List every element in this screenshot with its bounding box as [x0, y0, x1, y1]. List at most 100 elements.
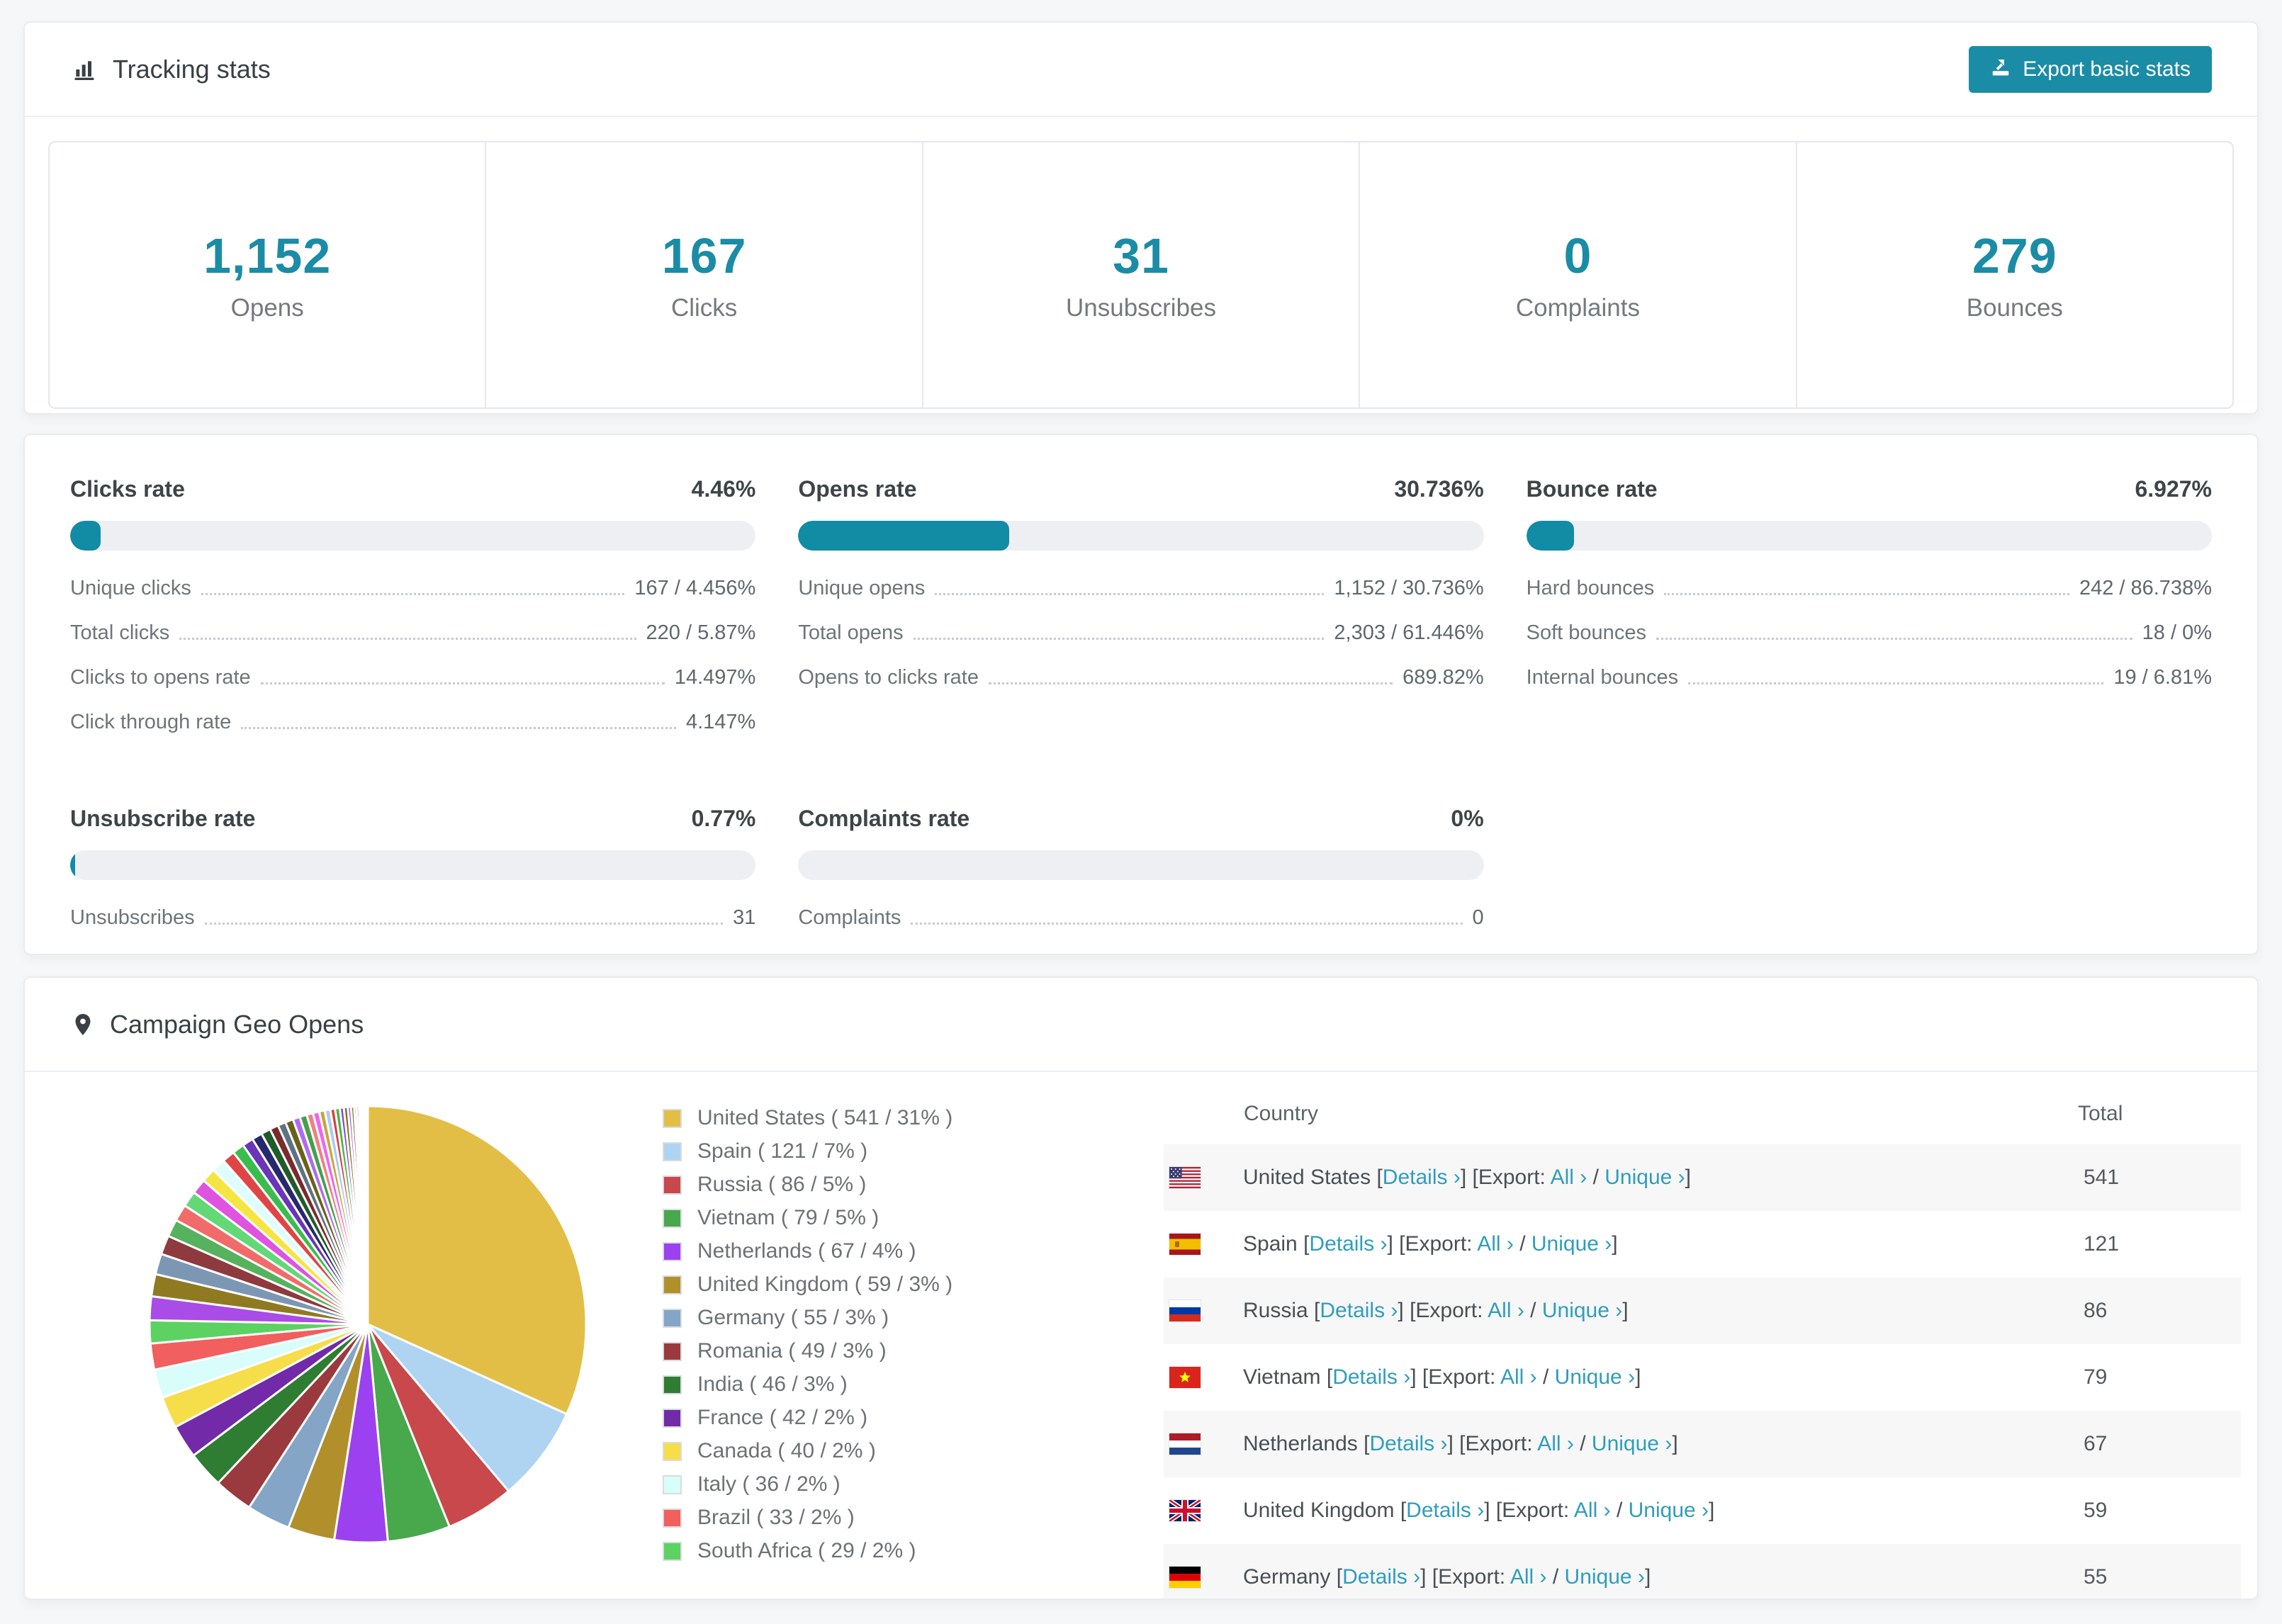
details-link[interactable]: Details › — [1332, 1365, 1410, 1389]
export-unique-link[interactable]: Unique › — [1555, 1365, 1635, 1389]
legend-color-swatch — [663, 1541, 682, 1561]
dotted-leader — [1688, 682, 2104, 684]
tracking-stats-page: { "accent": { "teal": "#1b8ca6", "bar_fi… — [0, 0, 2282, 1624]
summary-bounces: 279 Bounces — [1797, 142, 2232, 407]
legend-item-france[interactable]: France ( 42 / 2% ) — [663, 1406, 952, 1430]
export-all-link[interactable]: All › — [1477, 1232, 1514, 1256]
details-link[interactable]: Details › — [1406, 1499, 1484, 1522]
pie-legend: United States ( 541 / 31% ) Spain ( 121 … — [663, 1106, 952, 1563]
legend-item-russia[interactable]: Russia ( 86 / 5% ) — [663, 1173, 952, 1197]
geo-table-row-vn: Vietnam [Details ›] [Export: All › / Uni… — [1164, 1344, 2241, 1411]
rate-row-label: Total opens — [798, 621, 904, 644]
dotted-leader — [935, 593, 1325, 595]
export-all-link[interactable]: All › — [1500, 1365, 1537, 1389]
export-all-link[interactable]: All › — [1488, 1299, 1524, 1322]
export-unique-link[interactable]: Unique › — [1629, 1499, 1709, 1522]
geo-title-text: Campaign Geo Opens — [110, 1009, 364, 1039]
details-link[interactable]: Details › — [1320, 1299, 1398, 1322]
rate-title: Clicks rate — [70, 476, 185, 502]
dotted-leader — [260, 682, 665, 684]
rate-progress-track — [798, 521, 1484, 551]
rates-card: Clicks rate 4.46% Unique clicks 167 / 4.… — [23, 434, 2259, 955]
legend-item-india[interactable]: India ( 46 / 3% ) — [663, 1372, 952, 1397]
details-link[interactable]: Details › — [1309, 1232, 1387, 1256]
details-link[interactable]: Details › — [1383, 1166, 1461, 1189]
rate-row-label: Internal bounces — [1526, 666, 1679, 689]
legend-item-united-states[interactable]: United States ( 541 / 31% ) — [663, 1106, 952, 1130]
es-flag-icon — [1169, 1234, 1201, 1255]
rate-row-label: Hard bounces — [1526, 577, 1655, 599]
geo-table-row-us: United States [Details ›] [Export: All ›… — [1164, 1144, 2241, 1211]
rate-title-row: Complaints rate 0% — [798, 806, 1483, 832]
export-basic-stats-button[interactable]: Export basic stats — [1969, 45, 2212, 93]
dotted-leader — [911, 923, 1463, 925]
country-column-header: Country — [1244, 1102, 1319, 1125]
ru-flag-icon — [1169, 1300, 1201, 1321]
rate-detail-row: Total opens 2,303 / 61.446% — [798, 611, 1483, 655]
rate-detail-row: Unsubscribes 31 — [70, 896, 755, 940]
legend-color-swatch — [663, 1141, 682, 1161]
legend-item-canada[interactable]: Canada ( 40 / 2% ) — [663, 1439, 952, 1463]
total-cell: 67 — [2084, 1432, 2108, 1455]
rate-detail-row: Unique opens 1,152 / 30.736% — [798, 566, 1483, 611]
export-unique-link[interactable]: Unique › — [1592, 1432, 1672, 1455]
export-all-link[interactable]: All › — [1551, 1166, 1587, 1189]
total-cell: 86 — [2084, 1299, 2108, 1322]
pie-slice[interactable] — [366, 1105, 369, 1325]
de-flag-icon — [1169, 1567, 1201, 1588]
legend-color-swatch — [663, 1108, 682, 1128]
rate-detail-row: Internal bounces 19 / 6.81% — [1527, 655, 2212, 700]
export-all-link[interactable]: All › — [1537, 1432, 1574, 1455]
legend-item-vietnam[interactable]: Vietnam ( 79 / 5% ) — [663, 1206, 952, 1230]
details-link[interactable]: Details › — [1342, 1565, 1420, 1589]
export-unique-link[interactable]: Unique › — [1565, 1565, 1645, 1589]
legend-item-brazil[interactable]: Brazil ( 33 / 2% ) — [663, 1506, 952, 1530]
rate-detail-row: Soft bounces 18 / 0% — [1527, 611, 2212, 655]
legend-item-germany[interactable]: Germany ( 55 / 3% ) — [663, 1306, 952, 1330]
summary-clicks: 167 Clicks — [486, 142, 923, 407]
rate-panel-opens-rate: Opens rate 30.736% Unique opens 1,152 / … — [798, 476, 1484, 745]
legend-item-united-kingdom[interactable]: United Kingdom ( 59 / 3% ) — [663, 1273, 952, 1297]
total-column-header: Total — [2078, 1102, 2123, 1125]
rate-panel-complaints-rate: Complaints rate 0% Complaints 0 — [798, 806, 1484, 940]
geo-table-row-ru: Russia [Details ›] [Export: All › / Uniq… — [1164, 1278, 2241, 1344]
export-unique-link[interactable]: Unique › — [1604, 1166, 1685, 1189]
rate-row-label: Unique opens — [798, 577, 926, 599]
details-link[interactable]: Details › — [1369, 1432, 1447, 1455]
legend-item-spain[interactable]: Spain ( 121 / 7% ) — [663, 1139, 952, 1163]
legend-label: Romania ( 49 / 3% ) — [697, 1339, 887, 1363]
summary-unsubscribes: 31 Unsubscribes — [923, 142, 1361, 407]
legend-label: Germany ( 55 / 3% ) — [697, 1306, 889, 1329]
rate-detail-row: Hard bounces 242 / 86.738% — [1527, 566, 2212, 611]
rate-value: 6.927% — [2135, 476, 2212, 502]
country-name: Germany — [1243, 1565, 1331, 1589]
rate-row-value: 242 / 86.738% — [2079, 577, 2212, 599]
export-all-link[interactable]: All › — [1510, 1565, 1547, 1589]
legend-item-netherlands[interactable]: Netherlands ( 67 / 4% ) — [663, 1239, 952, 1263]
rate-row-value: 689.82% — [1403, 666, 1484, 689]
rate-panel-unsubscribe-rate: Unsubscribe rate 0.77% Unsubscribes 31 — [70, 806, 756, 940]
country-name: Spain — [1243, 1232, 1298, 1256]
rate-title: Complaints rate — [798, 806, 970, 831]
legend-color-swatch — [663, 1508, 682, 1528]
summary-opens: 1,152 Opens — [50, 142, 487, 407]
rate-progress-track — [798, 850, 1484, 880]
rate-row-label: Soft bounces — [1526, 621, 1646, 644]
export-unique-link[interactable]: Unique › — [1531, 1232, 1612, 1256]
map-pin-icon — [70, 1010, 96, 1039]
legend-item-south-africa[interactable]: South Africa ( 29 / 2% ) — [663, 1539, 952, 1563]
total-cell: 55 — [2084, 1565, 2108, 1589]
rate-value: 0% — [1451, 806, 1484, 831]
legend-item-italy[interactable]: Italy ( 36 / 2% ) — [663, 1472, 952, 1496]
legend-item-romania[interactable]: Romania ( 49 / 3% ) — [663, 1339, 952, 1363]
dotted-leader — [201, 593, 625, 595]
unsubscribes-count: 31 — [1113, 228, 1169, 283]
country-cell: United States [Details ›] [Export: All ›… — [1243, 1166, 1692, 1189]
rate-title: Unsubscribe rate — [70, 806, 256, 831]
rate-row-value: 0 — [1472, 906, 1484, 929]
country-cell: Russia [Details ›] [Export: All › / Uniq… — [1243, 1299, 1629, 1322]
summary-stats-row: 1,152 Opens 167 Clicks 31 Unsubscribes 0… — [48, 141, 2234, 409]
rate-row-value: 1,152 / 30.736% — [1334, 577, 1484, 599]
export-unique-link[interactable]: Unique › — [1542, 1299, 1622, 1322]
export-all-link[interactable]: All › — [1574, 1499, 1611, 1522]
